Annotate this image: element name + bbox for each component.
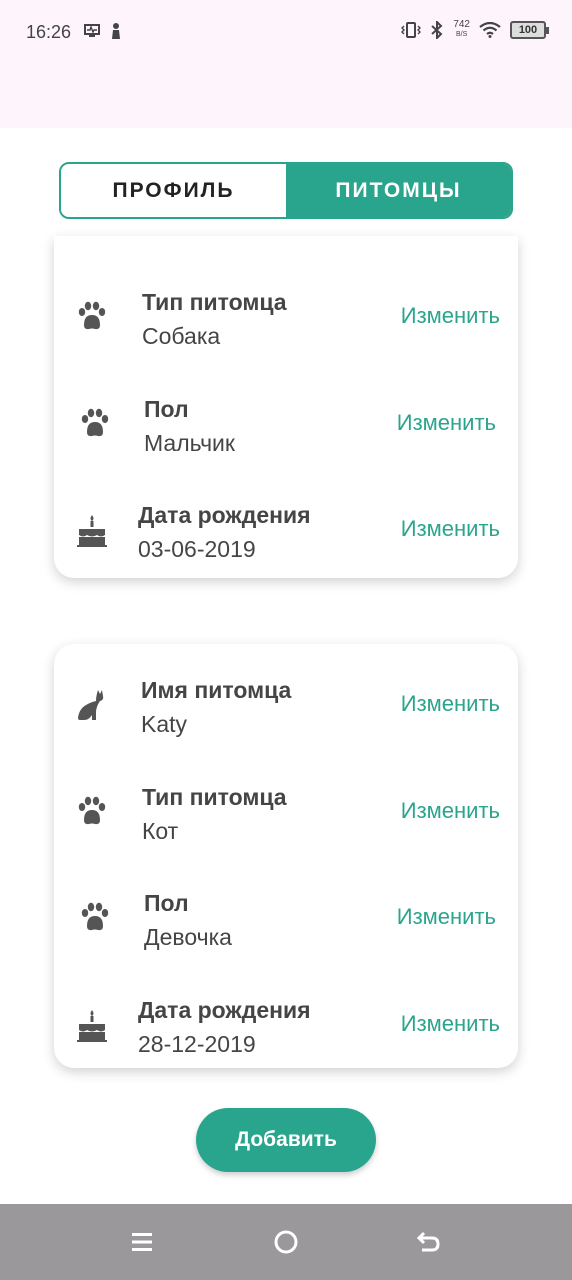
add-pet-button[interactable]: Добавить [196, 1108, 376, 1172]
paw-icon [78, 796, 106, 825]
menu-button[interactable] [124, 1224, 160, 1260]
tab-switcher: ПРОФИЛЬ ПИТОМЦЫ [59, 162, 513, 219]
user-icon [112, 23, 120, 39]
system-nav-bar [0, 1204, 572, 1280]
pet-field-row: Имя питомца Katy Изменить [54, 667, 518, 747]
pet-field-row: Тип питомца Кот Изменить [54, 774, 518, 854]
edit-link[interactable]: Изменить [401, 1011, 500, 1037]
cake-icon [77, 1010, 107, 1042]
field-value: Кот [142, 818, 179, 844]
home-circle-icon [274, 1230, 298, 1254]
field-label: Пол [144, 396, 189, 422]
field-label: Имя питомца [141, 677, 292, 703]
pet-field-row: Дата рождения 03-06-2019 Изменить [54, 492, 518, 572]
menu-icon [132, 1233, 152, 1251]
pet-card: Имя питомца Katy Изменить Тип питомца Ко… [54, 644, 518, 1068]
field-value: Мальчик [144, 430, 235, 456]
pet-field-row: Пол Мальчик Изменить [54, 386, 518, 466]
cat-icon [78, 690, 104, 720]
pet-field-row: Дата рождения 28-12-2019 Изменить [54, 987, 518, 1067]
cake-icon [77, 515, 107, 547]
field-label: Дата рождения [138, 502, 311, 528]
pet-field-row: Пол Девочка Изменить [54, 880, 518, 960]
edit-link[interactable]: Изменить [401, 691, 500, 717]
field-label: Тип питомца [142, 784, 287, 810]
home-button[interactable] [268, 1224, 304, 1260]
field-label: Дата рождения [138, 997, 311, 1023]
tab-pets[interactable]: ПИТОМЦЫ [286, 164, 511, 217]
field-label: Пол [144, 890, 189, 916]
monitor-icon [84, 24, 100, 37]
field-value: 03-06-2019 [138, 536, 256, 562]
field-value: Собака [142, 323, 221, 349]
field-label: Тип питомца [142, 289, 287, 315]
paw-icon [81, 902, 109, 931]
edit-link[interactable]: Изменить [397, 410, 496, 436]
pet-card: Тип питомца Собака Изменить Пол Мальчик … [54, 236, 518, 578]
tab-profile[interactable]: ПРОФИЛЬ [61, 164, 286, 217]
edit-link[interactable]: Изменить [401, 798, 500, 824]
status-time: 16:26 [26, 22, 72, 42]
wifi-icon [479, 22, 501, 38]
back-icon [416, 1231, 440, 1252]
field-value: 28-12-2019 [138, 1031, 256, 1057]
pet-field-row: Тип питомца Собака Изменить [54, 279, 518, 359]
edit-link[interactable]: Изменить [397, 904, 496, 930]
field-value: Девочка [144, 924, 232, 950]
network-speed: 742 B/S [453, 19, 470, 39]
bluetooth-icon [431, 21, 443, 39]
paw-icon [81, 408, 109, 437]
back-button[interactable] [411, 1224, 447, 1260]
battery-icon: 100 [510, 21, 549, 39]
paw-icon [78, 301, 106, 330]
status-bar: 16:26 742 B/S 100 [0, 0, 572, 128]
vibrate-icon [401, 22, 422, 38]
edit-link[interactable]: Изменить [401, 516, 500, 542]
field-value: Katy [141, 711, 188, 737]
edit-link[interactable]: Изменить [401, 303, 500, 329]
